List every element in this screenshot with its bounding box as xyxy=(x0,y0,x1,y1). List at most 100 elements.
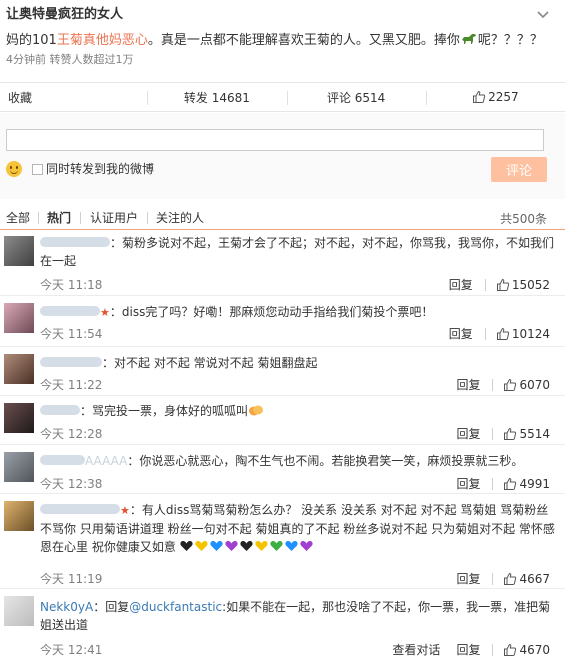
avatar[interactable] xyxy=(4,403,34,433)
favorite-button[interactable]: 收藏 xyxy=(0,83,147,111)
comment-text: ：对不起 对不起 常说对不起 菊姐翻盘起 xyxy=(40,354,557,372)
vip-star-icon: ★ xyxy=(120,504,130,517)
tab-hot[interactable]: 热门 xyxy=(47,210,71,226)
like-count: 4670 xyxy=(519,643,550,657)
thumbs-up-icon xyxy=(496,327,509,340)
comment-actions: 回复 6070 xyxy=(456,377,550,393)
divider xyxy=(492,573,494,585)
tab-verified-users[interactable]: 认证用户 xyxy=(90,210,138,226)
thumbs-up-icon xyxy=(504,378,517,391)
like-count: 6070 xyxy=(519,378,550,392)
avatar[interactable] xyxy=(4,596,34,626)
reply-button[interactable]: 回复 xyxy=(456,426,480,442)
like-count: 4667 xyxy=(519,572,550,586)
like-button[interactable]: 15052 xyxy=(496,277,550,293)
post-meta: 4分钟前 转赞人数超过1万 xyxy=(6,53,134,66)
comment-actions: 回复 10124 xyxy=(449,326,550,342)
comment-time: 今天 12:28 xyxy=(40,427,103,441)
purple-heart-icon xyxy=(225,540,238,551)
weibo-post: 让奥特曼疯狂的女人 妈的101王菊真他妈恶心。真是一点都不能理解喜欢王菊的人。又… xyxy=(0,0,565,78)
username-blurred[interactable] xyxy=(40,357,102,367)
avatar[interactable] xyxy=(4,354,34,384)
like-count: 10124 xyxy=(511,327,550,341)
comment-item: AAAAA：你说恶心就恶心，陶不生气也不闹。若能换君笑一笑，麻烦投票就三秒。 今… xyxy=(0,446,565,494)
tab-all[interactable]: 全部 xyxy=(6,210,30,226)
reply-button[interactable]: 回复 xyxy=(449,326,473,342)
comment-time: 今天 12:38 xyxy=(40,477,103,491)
comment-body: ：你说恶心就恶心，陶不生气也不闹。若能换君笑一笑，麻烦投票就三秒。 xyxy=(127,454,524,468)
comment-button[interactable]: 评论 6514 xyxy=(286,83,426,111)
avatar[interactable] xyxy=(4,303,34,333)
comment-item: ：菊粉多说对不起，王菊才会了不起；对不起，对不起，你骂我，我骂你，不如我们在一起… xyxy=(0,232,565,296)
like-button[interactable]: 4667 xyxy=(503,571,550,587)
tab-following[interactable]: 关注的人 xyxy=(156,210,204,226)
thumbs-up-icon xyxy=(473,90,486,103)
comment-item: Nekk0yA：回复@duckfantastic:如果不能在一起，那也没啥了不起… xyxy=(0,590,565,664)
reply-button[interactable]: 回复 xyxy=(456,377,480,393)
divider xyxy=(484,279,486,291)
thumbs-up-icon xyxy=(504,643,517,656)
post-action-bar: 收藏 转发 14681 评论 6514 2257 xyxy=(0,82,565,112)
reply-button[interactable]: 回复 xyxy=(456,642,480,658)
black-heart-icon xyxy=(240,540,253,551)
like-button[interactable]: 10124 xyxy=(496,326,550,342)
username-blurred[interactable] xyxy=(40,237,110,247)
also-repost-checkbox[interactable] xyxy=(32,164,43,175)
mention-link[interactable]: @duckfantastic xyxy=(129,600,222,614)
like-button[interactable]: 4991 xyxy=(503,476,550,492)
emoji-picker-icon[interactable] xyxy=(6,161,22,177)
comment-compose-area: 同时转发到我的微博 评论 xyxy=(0,113,565,199)
comment-body: ：diss完了吗？好嘞！那麻烦您动动手指给我们菊投个票吧！ xyxy=(109,305,434,319)
purple-heart-icon xyxy=(300,540,313,551)
username[interactable]: Nekk0yA xyxy=(40,600,93,614)
reply-button[interactable]: 回复 xyxy=(449,277,473,293)
divider xyxy=(492,644,494,656)
reply-button[interactable]: 回复 xyxy=(456,571,480,587)
tab-divider xyxy=(38,212,39,224)
avatar[interactable] xyxy=(4,501,34,531)
divider xyxy=(484,328,486,340)
username-partial[interactable]: AAAAA xyxy=(85,454,127,468)
username-blurred[interactable] xyxy=(40,455,85,465)
username-blurred[interactable] xyxy=(40,405,80,415)
comment-actions: 回复 15052 xyxy=(449,277,550,293)
post-text-middle: 。真是一点都不能理解喜欢王菊的人。又黑又肥。捧你 xyxy=(147,33,460,48)
comment-input[interactable] xyxy=(6,129,544,151)
like-count: 5514 xyxy=(519,427,550,441)
yellow-heart-icon xyxy=(255,540,268,551)
username-blurred[interactable] xyxy=(40,306,100,316)
tab-divider xyxy=(147,212,148,224)
avatar[interactable] xyxy=(4,236,34,266)
like-button[interactable]: 2257 xyxy=(425,83,565,111)
post-text-end: 呢？？？？ xyxy=(477,33,543,48)
avatar[interactable] xyxy=(4,452,34,482)
view-conversation-link[interactable]: 查看对话 xyxy=(392,642,440,658)
like-button[interactable]: 6070 xyxy=(503,377,550,393)
comment-filter-tabs: 全部 热门 认证用户 关注的人 共500条 xyxy=(0,208,565,230)
like-button[interactable]: 4670 xyxy=(503,642,550,658)
divider xyxy=(492,379,494,391)
reply-prefix: ：回复 xyxy=(93,600,130,614)
comment-text: ★：diss完了吗？好嘞！那麻烦您动动手指给我们菊投个票吧！ xyxy=(40,303,557,322)
username-blurred[interactable] xyxy=(40,504,120,514)
comment-body: ：对不起 对不起 常说对不起 菊姐翻盘起 xyxy=(102,356,318,370)
also-repost-label: 同时转发到我的微博 xyxy=(46,162,155,176)
comment-actions: 回复 4991 xyxy=(456,476,550,492)
like-button[interactable]: 5514 xyxy=(503,426,550,442)
post-text-start: 妈的101 xyxy=(6,33,57,48)
horse-emoji-icon xyxy=(461,34,476,44)
comment-item: ：对不起 对不起 常说对不起 菊姐翻盘起 今天 11:22 回复 6070 xyxy=(0,348,565,396)
post-author-name[interactable]: 让奥特曼疯狂的女人 xyxy=(6,6,557,24)
comment-body: ：骂完投一票，身体好的呱呱叫 xyxy=(80,404,249,418)
comment-time: 今天 11:19 xyxy=(40,572,103,586)
divider xyxy=(492,478,494,490)
reply-button[interactable]: 回复 xyxy=(456,476,480,492)
thumbs-up-icon xyxy=(496,278,509,291)
submit-comment-button[interactable]: 评论 xyxy=(491,157,547,182)
chevron-down-icon[interactable] xyxy=(535,6,551,22)
comment-total-count: 共500条 xyxy=(500,212,547,226)
like-count: 15052 xyxy=(511,278,550,292)
green-heart-icon xyxy=(270,540,283,551)
repost-button[interactable]: 转发 14681 xyxy=(147,83,286,111)
comment-actions: 回复 4667 xyxy=(456,571,550,587)
